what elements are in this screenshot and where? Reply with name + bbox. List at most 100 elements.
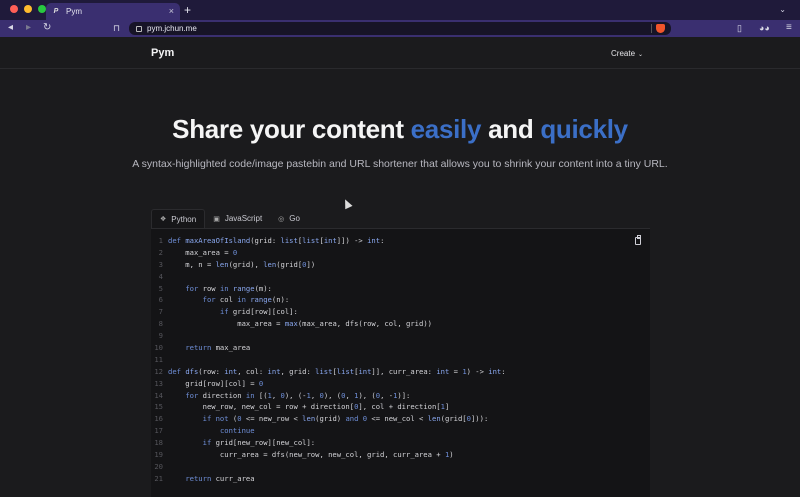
- mouse-cursor-icon: [341, 197, 353, 210]
- private-glasses-icon[interactable]: ◕◕: [759, 22, 770, 34]
- javascript-icon: ▣: [213, 215, 220, 223]
- hero-title-start: Share your content: [172, 114, 404, 144]
- line-number: 2: [158, 247, 163, 257]
- code-line: 19 curr_area = dfs(new_row, new_col, gri…: [151, 449, 506, 461]
- code-text: m, n = len(grid), len(grid[0]): [168, 259, 316, 269]
- code-text: def maxAreaOfIsland(grid: list[list[int]…: [168, 236, 385, 245]
- chevron-down-icon: ⌄: [638, 52, 644, 58]
- code-text: continue: [219, 426, 255, 436]
- hero-title-and: and: [488, 114, 534, 144]
- tab-python[interactable]: ❖ Python: [151, 209, 206, 228]
- maximize-window-button[interactable]: [38, 5, 46, 13]
- code-text: def dfs(row: int, col: int, grid: list[l…: [168, 366, 506, 376]
- menu-icon[interactable]: ≡: [786, 22, 792, 34]
- code-block[interactable]: 1 def maxAreaOfIsland(grid: list[list[int…: [151, 228, 650, 497]
- line-number: 15: [154, 402, 163, 412]
- lock-icon: [136, 25, 142, 32]
- line-number: 11: [154, 354, 163, 364]
- tab-go[interactable]: ◎ Go: [270, 209, 308, 228]
- line-number: 19: [154, 450, 163, 460]
- line-number: 4: [158, 271, 163, 281]
- python-icon: ❖: [160, 216, 167, 223]
- close-tab-icon[interactable]: ×: [169, 7, 174, 16]
- line-number: 16: [154, 414, 163, 424]
- code-line: 11: [151, 354, 506, 366]
- code-line: 3 m, n = len(grid), len(grid[0]): [151, 259, 506, 271]
- code-text: grid[row][col] = 0: [168, 378, 264, 388]
- tab-label: Python: [171, 214, 197, 224]
- browser-tab[interactable]: P Pym ×: [46, 3, 180, 20]
- code-text: for row in range(m):: [185, 283, 272, 293]
- sidebar-icon[interactable]: ▯: [737, 22, 742, 34]
- url-separator: [651, 24, 652, 33]
- code-line: 6 for col in range(n):: [151, 294, 506, 306]
- create-menu-button[interactable]: Create ⌄: [611, 49, 643, 58]
- create-label: Create: [611, 49, 636, 58]
- code-text: if grid[new_row][new_col]:: [202, 438, 316, 448]
- code-text: max_area = 0: [168, 247, 238, 257]
- url-text: pym.jchun.me: [147, 24, 197, 33]
- code-text: curr_area = dfs(new_row, new_col, grid, …: [168, 450, 454, 460]
- code-line: 12 def dfs(row: int, col: int, grid: list…: [151, 366, 506, 378]
- page: Pym Create ⌄ Share your content easily an…: [0, 37, 800, 497]
- tab-label: Go: [289, 214, 300, 223]
- line-number: 21: [154, 473, 163, 483]
- address-bar[interactable]: pym.jchun.me: [129, 22, 671, 35]
- window-controls: [10, 5, 46, 13]
- code-line: 16 if not (0 <= new_row < len(grid) and …: [151, 413, 506, 425]
- code-line: 13 grid[row][col] = 0: [151, 378, 506, 390]
- tab-list-chevron-icon[interactable]: ⌄: [779, 5, 786, 14]
- line-number: 5: [158, 283, 163, 293]
- line-number: 12: [154, 366, 163, 376]
- code-line: 15 new_row, new_col = row + direction[0]…: [151, 401, 506, 413]
- line-number: 10: [154, 343, 163, 353]
- line-number: 6: [158, 295, 163, 305]
- site-logo[interactable]: Pym: [151, 47, 174, 59]
- code-line: 17 continue: [151, 425, 506, 437]
- code-text: for col in range(n):: [202, 295, 290, 305]
- code-line: 8 max_area = max(max_area, dfs(row, col,…: [151, 318, 506, 330]
- tab-label: JavaScript: [224, 214, 263, 223]
- line-number: 14: [154, 390, 163, 400]
- browser-toolbar: ◂ ▸ ↻ ⊓ pym.jchun.me ▯ ◕◕ ≡: [0, 20, 800, 37]
- hero-subtitle: A syntax-highlighted code/image pastebin…: [132, 158, 668, 170]
- code-line: 7 if grid[row][col]:: [151, 306, 506, 318]
- line-number: 18: [154, 438, 163, 448]
- site-header: Pym Create ⌄: [0, 37, 800, 69]
- code-line: 20: [151, 461, 506, 473]
- code-lines: 1 def maxAreaOfIsland(grid: list[list[int…: [151, 235, 506, 485]
- close-window-button[interactable]: [10, 5, 18, 13]
- line-number: 9: [158, 331, 163, 341]
- bookmark-icon[interactable]: ⊓: [113, 22, 120, 34]
- reload-icon[interactable]: ↻: [43, 22, 51, 34]
- language-tabs: ❖ Python ▣ JavaScript ◎ Go: [151, 209, 308, 228]
- code-line: 5 for row in range(m):: [151, 283, 506, 295]
- code-text: for direction in [(1, 0), (-1, 0), (0, 1…: [185, 390, 411, 400]
- code-line: 2 max_area = 0: [151, 247, 506, 259]
- line-number: 20: [154, 461, 163, 471]
- back-icon[interactable]: ◂: [8, 22, 13, 34]
- copy-icon[interactable]: [635, 235, 641, 245]
- go-icon: ◎: [278, 215, 285, 223]
- code-line: 14 for direction in [(1, 0), (-1, 0), (0…: [151, 390, 506, 402]
- line-number: 3: [158, 259, 163, 269]
- new-tab-icon[interactable]: +: [184, 4, 191, 16]
- favicon-icon: P: [53, 7, 59, 15]
- line-number: 1: [158, 236, 163, 245]
- forward-icon[interactable]: ▸: [26, 22, 31, 34]
- line-number: 7: [158, 307, 163, 317]
- hero-title-quickly: quickly: [540, 114, 628, 144]
- code-line: 4: [151, 271, 506, 283]
- minimize-window-button[interactable]: [24, 5, 32, 13]
- code-text: new_row, new_col = row + direction[0], c…: [168, 402, 450, 412]
- code-line: 10 return max_area: [151, 342, 506, 354]
- line-number: 17: [154, 426, 163, 436]
- hero-title-easily: easily: [410, 114, 482, 144]
- code-text: if grid[row][col]:: [219, 307, 298, 317]
- code-line: 9: [151, 330, 506, 342]
- line-number: 8: [158, 319, 163, 329]
- tab-javascript[interactable]: ▣ JavaScript: [205, 209, 270, 228]
- browser-tab-bar: P Pym × + ⌄: [0, 0, 800, 20]
- hero-title: Share your content easily and quickly: [0, 114, 800, 145]
- brave-shields-icon[interactable]: [656, 24, 665, 33]
